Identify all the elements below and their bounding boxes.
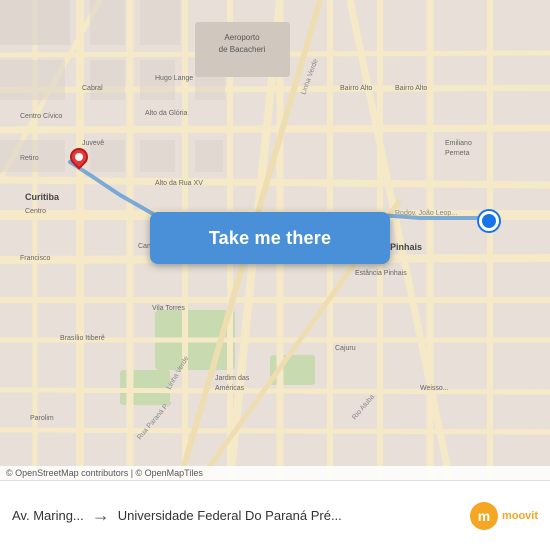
svg-text:Américas: Américas: [215, 385, 245, 392]
map-attribution: © OpenStreetMap contributors | © OpenMap…: [0, 466, 550, 480]
svg-text:Weisso...: Weisso...: [420, 385, 449, 392]
svg-text:Francisco: Francisco: [20, 255, 50, 262]
svg-text:de Bacacheri: de Bacacheri: [219, 45, 266, 54]
svg-text:Centro Cívico: Centro Cívico: [20, 113, 63, 120]
svg-text:Retiro: Retiro: [20, 155, 39, 162]
svg-text:Curitiba: Curitiba: [25, 192, 60, 202]
origin-marker: [479, 211, 499, 231]
svg-text:Juvevê: Juvevê: [82, 140, 104, 147]
moovit-brand-text: moovit: [502, 510, 538, 522]
moovit-icon: m: [470, 502, 498, 530]
destination-marker: [68, 148, 90, 176]
svg-text:Emiliano: Emiliano: [445, 140, 472, 147]
from-location-label: Av. Maring...: [12, 508, 84, 523]
svg-text:Parolim: Parolim: [30, 415, 54, 422]
svg-text:Alto da Glória: Alto da Glória: [145, 110, 188, 117]
to-location-label: Universidade Federal Do Paraná Pré...: [118, 508, 462, 523]
direction-arrow-icon: →: [92, 505, 110, 526]
svg-text:Bairro Alto: Bairro Alto: [340, 85, 372, 92]
svg-text:Perneta: Perneta: [445, 150, 470, 157]
svg-text:Pinhais: Pinhais: [390, 242, 422, 252]
svg-text:Cabral: Cabral: [82, 85, 103, 92]
svg-text:Cajuru: Cajuru: [335, 345, 356, 352]
moovit-logo: m moovit: [470, 502, 538, 530]
svg-text:Centro: Centro: [25, 208, 46, 215]
svg-text:Alto da Rua XV: Alto da Rua XV: [155, 180, 203, 187]
svg-text:Jardim das: Jardim das: [215, 375, 250, 382]
svg-text:Estância Pinhais: Estância Pinhais: [355, 270, 407, 277]
svg-text:Vila Torres: Vila Torres: [152, 305, 185, 312]
svg-text:Brasílio Itiberê: Brasílio Itiberê: [60, 335, 105, 342]
svg-text:Bairro Alto: Bairro Alto: [395, 85, 427, 92]
take-me-there-button[interactable]: Take me there: [150, 212, 390, 264]
map-view[interactable]: Aeroporto de Bacacheri Curitiba Centro P…: [0, 0, 550, 480]
svg-text:Hugo Lange: Hugo Lange: [155, 75, 193, 82]
svg-text:Aeroporto: Aeroporto: [224, 33, 260, 42]
bottom-info-bar: Av. Maring... → Universidade Federal Do …: [0, 480, 550, 550]
